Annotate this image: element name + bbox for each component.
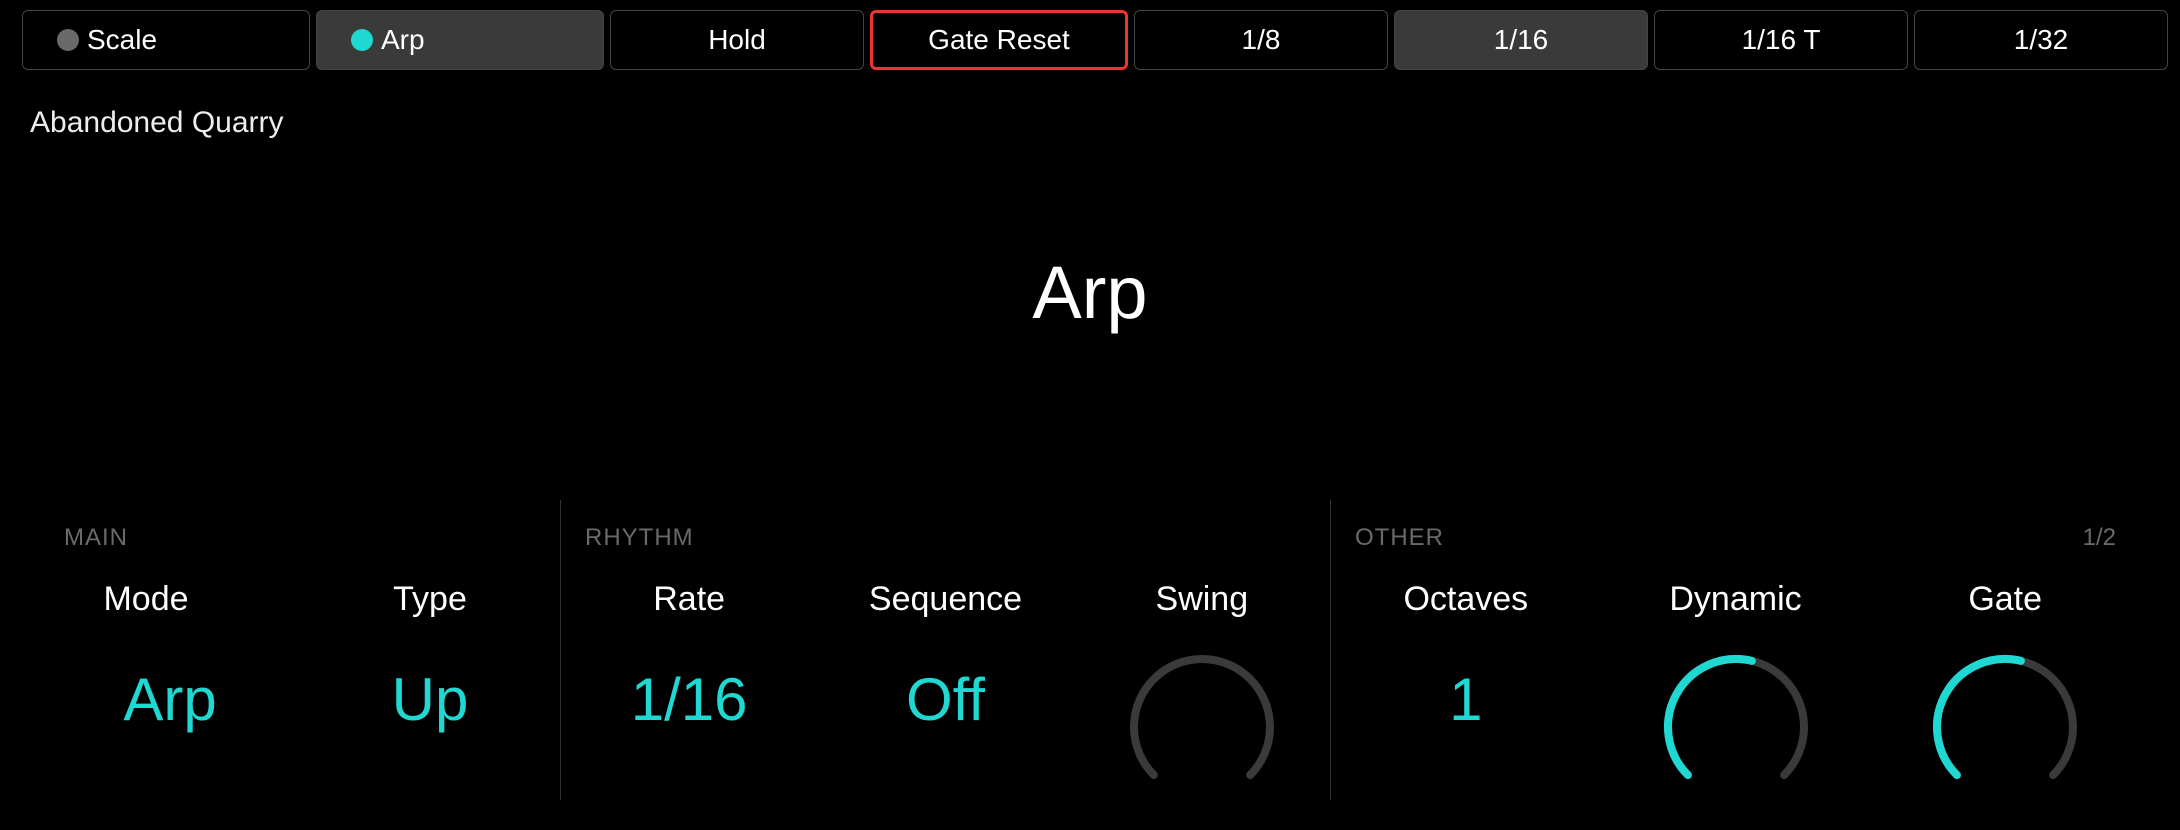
rate-1-32-button[interactable]: 1/32 bbox=[1914, 10, 2168, 70]
section-title: Arp bbox=[0, 250, 2180, 335]
parameter-panel: MAIN Mode Arp Type Up RHYTHM Rate 1/16 S… bbox=[0, 500, 2180, 830]
param-rate[interactable]: Rate 1/16 bbox=[561, 580, 817, 800]
arp-indicator-icon bbox=[351, 29, 373, 51]
gate-knob-icon bbox=[1925, 647, 2085, 807]
param-gate-label: Gate bbox=[1968, 580, 2042, 619]
param-octaves[interactable]: Octaves 1 bbox=[1331, 580, 1601, 800]
rate-1-16t-label: 1/16 T bbox=[1742, 24, 1821, 56]
hold-button[interactable]: Hold bbox=[610, 10, 864, 70]
group-rhythm-title: RHYTHM bbox=[585, 524, 694, 552]
param-swing-label: Swing bbox=[1156, 580, 1249, 619]
param-type-label: Type bbox=[393, 580, 467, 619]
param-mode-value: Arp bbox=[123, 665, 216, 734]
param-mode-label: Mode bbox=[103, 580, 188, 619]
param-swing[interactable]: Swing bbox=[1074, 580, 1330, 800]
group-main: MAIN Mode Arp Type Up bbox=[40, 500, 560, 800]
param-type-value: Up bbox=[392, 665, 469, 734]
group-main-title: MAIN bbox=[64, 524, 128, 552]
hold-button-label: Hold bbox=[708, 24, 766, 56]
param-type[interactable]: Type Up bbox=[300, 580, 560, 800]
param-sequence[interactable]: Sequence Off bbox=[817, 580, 1073, 800]
param-rate-label: Rate bbox=[653, 580, 725, 619]
param-dynamic-label: Dynamic bbox=[1669, 580, 1801, 619]
group-other-title: OTHER bbox=[1355, 524, 1444, 552]
dynamic-knob-icon bbox=[1656, 647, 1816, 807]
rate-1-32-label: 1/32 bbox=[2014, 24, 2069, 56]
swing-knob-icon bbox=[1122, 647, 1282, 807]
param-sequence-value: Off bbox=[906, 665, 985, 734]
rate-1-16-button[interactable]: 1/16 bbox=[1394, 10, 1648, 70]
rate-1-16-label: 1/16 bbox=[1494, 24, 1549, 56]
param-rate-value: 1/16 bbox=[631, 665, 748, 734]
arp-toggle[interactable]: Arp bbox=[316, 10, 604, 70]
param-mode[interactable]: Mode Arp bbox=[40, 580, 300, 800]
param-octaves-value: 1 bbox=[1449, 665, 1482, 734]
rate-1-8-label: 1/8 bbox=[1242, 24, 1281, 56]
group-rhythm: RHYTHM Rate 1/16 Sequence Off Swing bbox=[560, 500, 1330, 800]
rate-1-8-button[interactable]: 1/8 bbox=[1134, 10, 1388, 70]
param-octaves-label: Octaves bbox=[1403, 580, 1528, 619]
scale-toggle-label: Scale bbox=[87, 24, 157, 56]
preset-name: Abandoned Quarry bbox=[0, 80, 2180, 140]
scale-toggle[interactable]: Scale bbox=[22, 10, 310, 70]
top-toolbar: Scale Arp Hold Gate Reset 1/8 1/16 1/16 … bbox=[0, 0, 2180, 80]
gate-reset-button[interactable]: Gate Reset bbox=[870, 10, 1128, 70]
param-sequence-label: Sequence bbox=[869, 580, 1022, 619]
group-other: OTHER 1/2 Octaves 1 Dynamic Gate bbox=[1330, 500, 2140, 800]
rate-1-16t-button[interactable]: 1/16 T bbox=[1654, 10, 1908, 70]
gate-reset-button-label: Gate Reset bbox=[928, 24, 1070, 56]
arp-toggle-label: Arp bbox=[381, 24, 425, 56]
scale-indicator-icon bbox=[57, 29, 79, 51]
page-indicator: 1/2 bbox=[2083, 524, 2116, 552]
param-dynamic[interactable]: Dynamic bbox=[1601, 580, 1871, 800]
param-gate[interactable]: Gate bbox=[1870, 580, 2140, 800]
